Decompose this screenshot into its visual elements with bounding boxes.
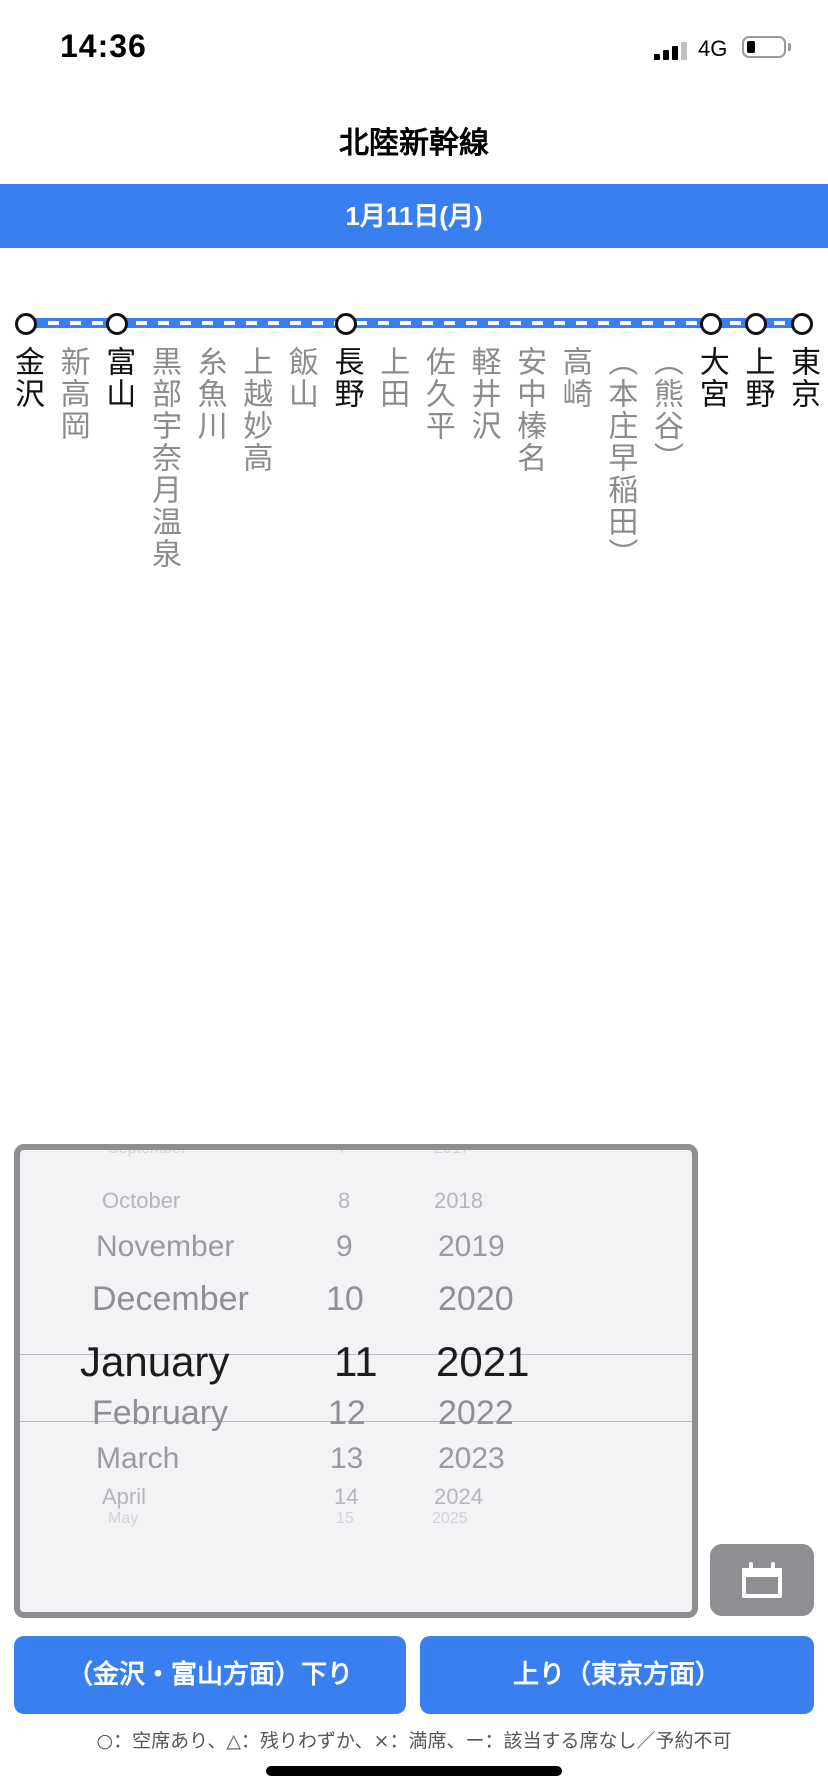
station-node-icon	[334, 313, 357, 335]
station-node-icon	[15, 313, 37, 335]
picker-year: 2023	[438, 1442, 505, 1475]
station-name: 飯山	[282, 346, 318, 410]
station-name: 上越妙高	[237, 346, 273, 474]
picker-month: September	[108, 1144, 187, 1157]
picker-row[interactable]: February 12 2022	[20, 1394, 692, 1434]
station-name: （熊谷）	[648, 346, 684, 474]
picker-row[interactable]: September 7 2017	[20, 1144, 692, 1180]
picker-month: April	[102, 1484, 147, 1509]
picker-year: 2018	[434, 1188, 483, 1213]
station-name: 糸魚川	[191, 346, 227, 442]
station-name: 富山	[100, 346, 136, 410]
station-name: 長野	[328, 346, 364, 410]
picker-day: 7	[338, 1144, 347, 1157]
station-name: 高崎	[556, 346, 592, 410]
picker-month: November	[96, 1230, 235, 1263]
station-name: 金沢	[9, 346, 44, 410]
picker-year: 2017	[434, 1144, 470, 1157]
station-name: 東京	[785, 346, 820, 410]
status-time: 14:36	[60, 28, 147, 64]
picker-day: 9	[336, 1230, 353, 1263]
availability-legend: ○：空席あり、△：残りわずか、×：満席、ー：該当する席なし／予約不可	[96, 1730, 732, 1752]
picker-month: December	[92, 1280, 249, 1318]
station-name: 上野	[739, 346, 775, 410]
picker-day: 8	[338, 1188, 351, 1213]
picker-year: 2022	[438, 1394, 514, 1432]
picker-month: October	[102, 1188, 181, 1213]
picker-day: 14	[334, 1484, 359, 1509]
home-indicator[interactable]	[266, 1766, 562, 1776]
picker-day: 13	[330, 1442, 364, 1475]
up-direction-button[interactable]: 上り（東京方面）	[420, 1636, 814, 1714]
date-picker[interactable]: September 7 2017 October 8 2018 November 9 2019 D…	[14, 1144, 698, 1618]
station-node-icon	[745, 313, 768, 335]
picker-year: 2019	[438, 1230, 505, 1263]
station-node-icon	[699, 313, 722, 335]
station-node-icon	[791, 313, 813, 335]
picker-year: 2021	[436, 1338, 530, 1385]
picker-day: 10	[326, 1280, 364, 1318]
date-bar: 1月11日(月)	[0, 184, 828, 248]
picker-row[interactable]: May 15 2025	[20, 1510, 692, 1550]
calendar-icon	[742, 1560, 782, 1598]
picker-day: 15	[336, 1510, 354, 1527]
station-name: 軽井沢	[465, 346, 501, 442]
picker-year: 2020	[438, 1280, 514, 1318]
signal-strength-icon	[654, 40, 690, 60]
picker-day: 11	[334, 1338, 378, 1385]
station-name: 上田	[374, 346, 410, 410]
station-name: 大宮	[693, 346, 729, 410]
battery-icon	[742, 36, 786, 58]
down-direction-button[interactable]: （金沢・富山方面）下り	[14, 1636, 406, 1714]
picker-year: 2025	[432, 1510, 468, 1527]
picker-row-selected[interactable]: January 11 2021	[20, 1338, 692, 1385]
picker-row[interactable]: November 9 2019	[20, 1230, 692, 1270]
network-type: 4G	[698, 36, 728, 61]
picker-month: May	[108, 1510, 139, 1527]
station-name: 佐久平	[419, 346, 455, 442]
picker-row[interactable]: December 10 2020	[20, 1280, 692, 1320]
picker-month: March	[96, 1442, 180, 1475]
route-line-dashes	[26, 321, 802, 325]
status-bar: 14:36 4G	[0, 0, 828, 96]
picker-row[interactable]: March 13 2023	[20, 1442, 692, 1482]
page-title: 北陸新幹線	[339, 126, 489, 161]
picker-day: 12	[328, 1394, 366, 1432]
calendar-button[interactable]	[710, 1544, 814, 1616]
station-name: （本庄早稲田）	[602, 346, 638, 570]
picker-year: 2024	[434, 1484, 483, 1509]
station-name: 安中榛名	[511, 346, 547, 474]
route-map: 金沢 新高岡 富山 黒部宇奈月温泉 糸魚川 上越妙高 飯山 長野 上田 佐久平 軽井沢 安中榛名 高崎（…	[0, 310, 828, 610]
picker-row[interactable]: October 8 2018	[20, 1188, 692, 1228]
battery-cap	[788, 43, 791, 51]
station-name: 黒部宇奈月温泉	[145, 346, 181, 570]
station-name: 新高岡	[54, 346, 90, 442]
picker-month: February	[92, 1394, 229, 1432]
picker-month: January	[80, 1338, 230, 1385]
station-node-icon	[106, 313, 129, 335]
